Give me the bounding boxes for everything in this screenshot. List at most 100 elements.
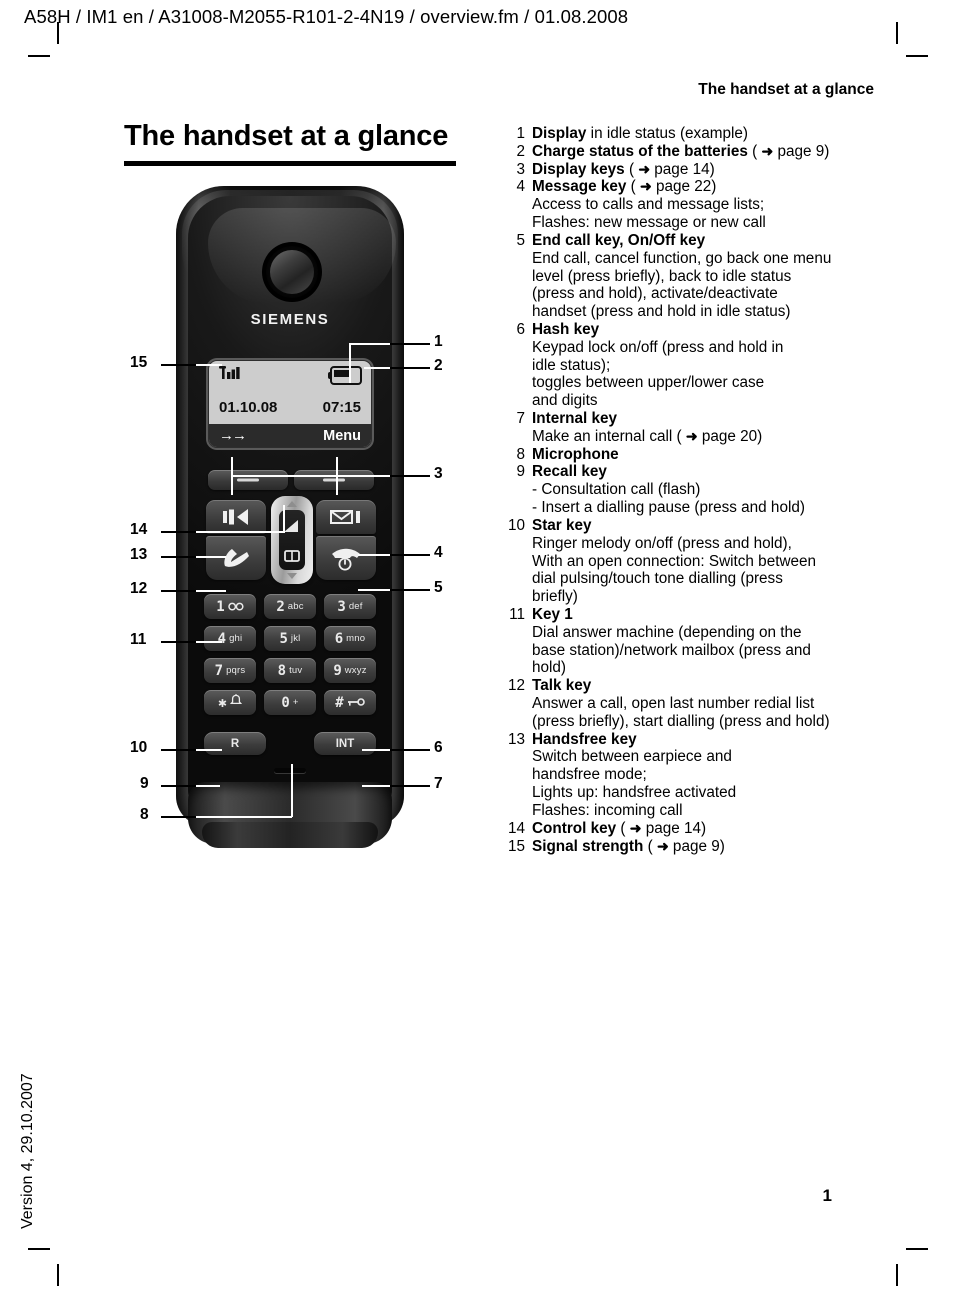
legend-item-10: 10 Star key	[503, 517, 933, 535]
keypad-key-hash[interactable]: #	[324, 690, 376, 715]
legend-item-text: - Insert a dialling pause (press and hol…	[532, 499, 933, 517]
callout-line-10	[161, 749, 197, 751]
callout-number-11: 11	[130, 631, 147, 648]
legend-item-number: 11	[509, 605, 525, 623]
keypad-key-6[interactable]: 6 mno	[324, 626, 376, 651]
legend-text-run: page 14)	[650, 160, 715, 178]
legend-text-run: Switch between earpiece and	[532, 748, 732, 766]
key-lock-icon	[347, 694, 365, 712]
legend-item-text: briefly)	[532, 588, 933, 606]
callout-line-12-white	[196, 590, 226, 592]
legend-text-run: hold)	[532, 659, 567, 677]
legend-item-text: base station)/network mailbox (press and	[532, 642, 933, 660]
keypad-key-5[interactable]: 5 jkl	[264, 626, 316, 651]
callout-line-8-white	[196, 816, 292, 818]
legend-text-run: Signal strength	[532, 837, 644, 855]
control-key-down-arrow[interactable]	[287, 573, 297, 579]
crop-mark-bottom-right-v	[896, 1264, 898, 1286]
legend-item-10-cont: Ringer melody on/off (press and hold),	[503, 535, 933, 553]
legend-text-run: Microphone	[532, 445, 619, 463]
legend-text-run: (press briefly), start dialling (press a…	[532, 712, 830, 730]
legend-item-4-cont: Access to calls and message lists;	[503, 196, 933, 214]
callout-number-8: 8	[140, 806, 149, 823]
page-title-block: The handset at a glance	[124, 120, 456, 166]
legend-item-10-cont: briefly)	[503, 588, 933, 606]
legend-item-text: Key 1	[532, 606, 933, 624]
recall-key[interactable]: R	[204, 732, 266, 755]
keypad-key-7[interactable]: 7 pqrs	[204, 658, 256, 683]
display-key-right[interactable]	[294, 470, 374, 490]
callout-number-5: 5	[434, 579, 443, 596]
legend-item-number	[503, 250, 525, 268]
control-key-up-arrow[interactable]	[287, 501, 297, 507]
callout-number-14: 14	[130, 521, 148, 538]
page-number: 1	[822, 1186, 832, 1205]
legend-item-number: 13	[507, 730, 525, 748]
keypad-key-star[interactable]: ✱	[204, 690, 256, 715]
display-key-left[interactable]	[208, 470, 288, 490]
callout-line-2	[388, 367, 430, 369]
arrow-icon: ➜	[629, 819, 642, 836]
lcd-softkey-right-label: Menu	[323, 427, 361, 444]
legend-item-text: (press briefly), start dialling (press a…	[532, 713, 933, 731]
legend-item-text: Talk key	[532, 677, 933, 695]
keypad-key-digit: 9	[333, 662, 342, 679]
handsfree-key[interactable]	[206, 500, 266, 534]
legend-item-number	[503, 268, 525, 286]
callout-line-9-white	[196, 785, 220, 787]
keypad-key-9[interactable]: 9 wxyz	[324, 658, 376, 683]
envelope-icon	[330, 509, 362, 525]
legend-item-number	[503, 428, 525, 446]
legend-item-6-cont: Keypad lock on/off (press and hold in	[503, 339, 933, 357]
callout-line-14-white	[196, 531, 284, 533]
legend-item-text: Handsfree key	[532, 731, 933, 749]
legend-item-number	[503, 392, 525, 410]
callout-number-4: 4	[434, 544, 443, 561]
recall-key-label: R	[230, 737, 240, 750]
callout-line-7-white	[362, 785, 390, 787]
callout-line-4-white	[358, 554, 390, 556]
arrow-icon: ➜	[656, 837, 669, 854]
legend-item-number	[503, 766, 525, 784]
internal-key[interactable]: INT	[314, 732, 376, 755]
message-key[interactable]	[316, 500, 376, 534]
legend-text-run: Keypad lock on/off (press and hold in	[532, 338, 784, 356]
keypad-row: 7 pqrs 8 tuv 9 wxyz	[204, 658, 376, 683]
callout-number-1: 1	[434, 333, 443, 350]
legend-item-text: Flashes: new message or new call	[532, 214, 933, 232]
keypad-key-digit: 0	[281, 694, 290, 711]
legend-text-run: Ringer melody on/off (press and hold),	[532, 534, 792, 552]
legend-item-text: Star key	[532, 517, 933, 535]
legend-item-text: Display keys ( ➜ page 14)	[532, 161, 933, 179]
keypad-key-letters: jkl	[290, 633, 301, 644]
legend-text-run: page 22)	[651, 178, 717, 196]
legend-item-5: 5 End call key, On/Off key	[503, 232, 933, 250]
control-key[interactable]	[271, 496, 313, 584]
keypad-row: ✱ 0 + #	[204, 690, 376, 715]
talk-key[interactable]	[206, 536, 266, 580]
legend-item-13-cont: Flashes: incoming call	[503, 802, 933, 820]
legend-item-text: Signal strength ( ➜ page 9)	[532, 838, 933, 856]
legend-text-run: Dial answer machine (depending on the	[532, 623, 802, 641]
keypad-key-1[interactable]: 1	[204, 594, 256, 619]
handset-illustration: SIEMENS 01.10.08 07:15 →→ Menu 1 2 abc 3…	[176, 186, 404, 854]
legend-item-5-cont: End call, cancel function, go back one m…	[503, 250, 933, 268]
keypad-key-8[interactable]: 8 tuv	[264, 658, 316, 683]
bottom-key-row: R INT	[204, 732, 376, 755]
legend-item-number: 14	[507, 819, 525, 837]
legend-item-13-cont: Lights up: handsfree activated	[503, 784, 933, 802]
legend-item-12-cont: Answer a call, open last number redial l…	[503, 695, 933, 713]
legend-item-13: 13 Handsfree key	[503, 731, 933, 749]
end-call-key[interactable]	[316, 536, 376, 580]
legend-item-number	[503, 285, 525, 303]
version-footer: Version 4, 29.10.2007	[19, 1073, 36, 1229]
legend-item-text: Display in idle status (example)	[532, 125, 933, 143]
keypad-key-4[interactable]: 4 ghi	[204, 626, 256, 651]
legend-item-11-cont: base station)/network mailbox (press and	[503, 642, 933, 660]
keypad-key-3[interactable]: 3 def	[324, 594, 376, 619]
keypad-key-0[interactable]: 0 +	[264, 690, 316, 715]
legend-item-5-cont: (press and hold), activate/deactivate	[503, 285, 933, 303]
legend-item-13-cont: handsfree mode;	[503, 766, 933, 784]
legend-item-12: 12 Talk key	[503, 677, 933, 695]
keypad-key-2[interactable]: 2 abc	[264, 594, 316, 619]
